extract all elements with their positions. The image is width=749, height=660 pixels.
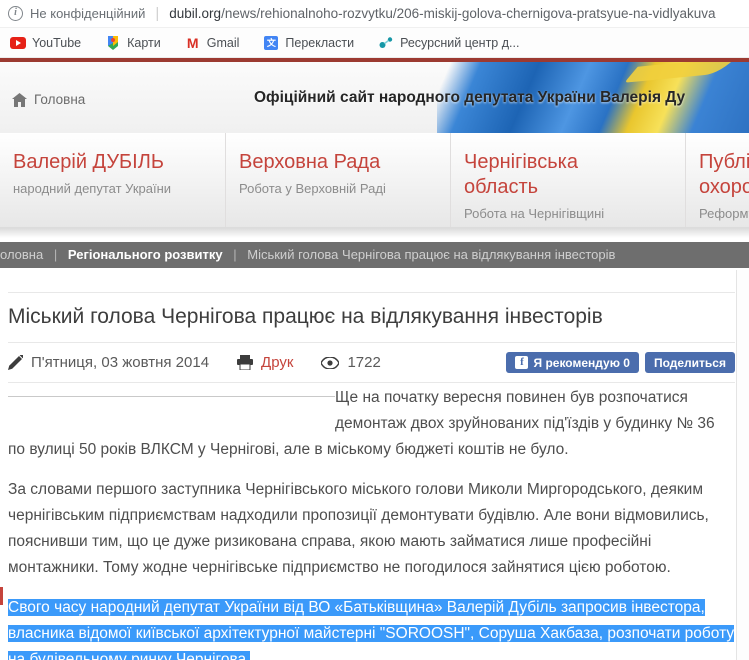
breadcrumb-section[interactable]: Регіонального розвитку [68, 247, 223, 262]
resource-center-icon [378, 35, 394, 51]
bookmark-youtube[interactable]: YouTube [10, 35, 81, 51]
bookmarks-bar: YouTube Карти M Gmail 文 Перекласти Ресур… [0, 28, 749, 58]
facebook-icon: f [515, 356, 528, 369]
bookmark-label: Карти [127, 36, 161, 50]
nav-item-subtitle: Робота у Верховній Раді [239, 181, 450, 196]
pencil-icon [8, 355, 23, 370]
scrollbar-gutter[interactable] [736, 270, 749, 660]
breadcrumb-current: Міський голова Чернігова працює на відля… [247, 247, 615, 262]
nav-item-chernihiv-region[interactable]: Чернігівська область Робота на Чернігівщ… [450, 133, 685, 227]
paragraph-text: За словами першого заступника Чернігівсь… [8, 481, 709, 576]
facebook-buttons: f Я рекомендую 0 Поделиться [506, 352, 735, 373]
nav-item-subtitle: Робота на Чернігівщині [464, 206, 685, 221]
facebook-share-label: Поделиться [654, 356, 726, 370]
article-meta-row: П'ятниця, 03 жовтня 2014 Друк 1722 f Я р… [8, 343, 735, 382]
nav-item-subtitle: народний депутат України [13, 181, 225, 196]
site-title: Офіційний сайт народного депутата Україн… [254, 89, 685, 107]
maps-icon [105, 35, 121, 51]
breadcrumb-separator: | [233, 247, 236, 262]
home-link[interactable]: Головна [12, 92, 85, 107]
url-path[interactable]: /news/rehionalnoho-rozvytku/206-miskij-g… [221, 6, 715, 21]
bookmark-label: Перекласти [285, 36, 354, 50]
facebook-like-button[interactable]: f Я рекомендую 0 [506, 352, 638, 373]
paragraph: За словами першого заступника Чернігівсь… [8, 477, 735, 581]
article-title: Міський голова Чернігова працює на відля… [8, 293, 735, 342]
security-label: Не конфіденційний [30, 6, 145, 21]
nav-item-title: Верховна Рада [239, 150, 450, 175]
divider [8, 382, 735, 383]
home-link-label: Головна [34, 92, 85, 107]
youtube-icon [10, 35, 26, 51]
title-accent-mark [0, 587, 3, 605]
printer-icon[interactable] [237, 355, 253, 370]
home-icon [12, 93, 27, 107]
selected-text: Свого часу народний депутат України від … [8, 599, 734, 660]
url-host[interactable]: dubil.org [169, 6, 221, 21]
nav-item-public-health[interactable]: Публіч охорон Реформу [685, 133, 749, 227]
bookmark-label: YouTube [32, 36, 81, 50]
site-header: Головна Офіційний сайт народного депутат… [0, 62, 749, 133]
nav-item-title: Публіч охорон [699, 150, 749, 200]
missing-image-placeholder [8, 396, 335, 422]
bookmark-maps[interactable]: Карти [105, 35, 161, 51]
nav-item-deputy[interactable]: Валерій ДУБІЛЬ народний депутат України [0, 133, 225, 227]
paragraph: Ще на початку вересня повинен був розпоч… [8, 385, 735, 463]
bookmark-gmail[interactable]: M Gmail [185, 35, 240, 51]
nav-item-title: Валерій ДУБІЛЬ [13, 150, 225, 175]
browser-address-bar[interactable]: i Не конфіденційний | dubil.org /news/re… [0, 0, 749, 28]
address-separator: | [155, 5, 159, 22]
translate-icon: 文 [263, 35, 279, 51]
facebook-share-button[interactable]: Поделиться [645, 352, 735, 373]
views-count: 1722 [347, 354, 380, 371]
views-eye-icon [321, 357, 339, 369]
bookmark-resource-center[interactable]: Ресурсний центр д... [378, 35, 519, 51]
breadcrumb: оловна | Регіонального розвитку | Міськи… [0, 242, 749, 268]
print-link[interactable]: Друк [261, 354, 293, 371]
nav-shadow [0, 228, 749, 238]
nav-item-verkhovna-rada[interactable]: Верховна Рада Робота у Верховній Раді [225, 133, 450, 227]
article-body: Ще на початку вересня повинен був розпоч… [8, 385, 735, 660]
bookmark-label: Gmail [207, 36, 240, 50]
nav-item-title: Чернігівська область [464, 150, 614, 200]
site-info-icon[interactable]: i [8, 6, 23, 21]
article-date: П'ятниця, 03 жовтня 2014 [31, 354, 209, 371]
gmail-icon: M [185, 35, 201, 51]
nav-item-subtitle: Реформу [699, 206, 749, 221]
facebook-like-label: Я рекомендую 0 [533, 356, 629, 370]
article-content: Міський голова Чернігова працює на відля… [0, 292, 749, 660]
paragraph-selected: Свого часу народний депутат України від … [8, 595, 735, 660]
breadcrumb-home[interactable]: оловна [0, 247, 43, 262]
bookmark-label: Ресурсний центр д... [400, 36, 519, 50]
breadcrumb-separator: | [54, 247, 57, 262]
bookmark-translate[interactable]: 文 Перекласти [263, 35, 354, 51]
main-navigation: Валерій ДУБІЛЬ народний депутат України … [0, 133, 749, 228]
